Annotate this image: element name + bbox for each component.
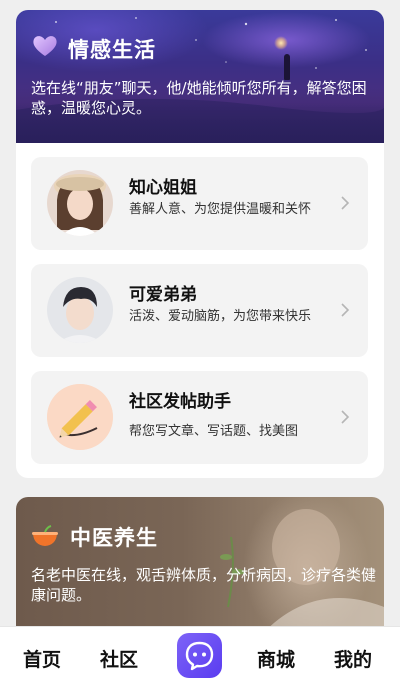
chat-bubble-icon	[185, 641, 214, 671]
chevron-right-icon	[341, 196, 350, 210]
avatar	[47, 277, 113, 343]
tab-mall[interactable]: 商城	[257, 645, 295, 672]
silhouette-figure	[284, 54, 290, 80]
tcm-section-title: 中医养生	[70, 526, 158, 550]
chevron-right-icon	[341, 303, 350, 317]
list-item-cute-brother[interactable]: 可爱弟弟 活泼、爱动脑筋，为您带来快乐	[31, 264, 368, 357]
emotion-life-card: 情感生活 选在线“朋友”聊天，他/她能倾听您所有，解答您困惑，温暖您心灵。 知心…	[16, 10, 384, 478]
lantern-glow	[274, 36, 288, 50]
emotion-section-description: 选在线“朋友”聊天，他/她能倾听您所有，解答您困惑，温暖您心灵。	[31, 79, 367, 117]
tab-community[interactable]: 社区	[100, 645, 138, 672]
list-item-post-assistant[interactable]: 社区发帖助手 帮您写文章、写话题、找美图	[31, 371, 368, 464]
bottom-tab-bar: 首页 社区 商城 我的	[0, 626, 400, 684]
tcm-health-card[interactable]: 中医养生 名老中医在线，观舌辨体质，分析病因，诊疗各类健康问题。	[16, 497, 384, 647]
item-name: 可爱弟弟	[129, 285, 197, 305]
chat-button[interactable]	[177, 633, 222, 678]
item-description: 活泼、爱动脑筋，为您带来快乐	[129, 309, 312, 324]
tcm-section-description: 名老中医在线，观舌辨体质，分析病因，诊疗各类健康问题。	[31, 566, 377, 604]
pencil-icon	[47, 384, 113, 450]
item-name: 社区发帖助手	[129, 392, 231, 412]
emotion-banner[interactable]: 情感生活 选在线“朋友”聊天，他/她能倾听您所有，解答您困惑，温暖您心灵。	[16, 10, 384, 143]
item-description: 帮您写文章、写话题、找美图	[129, 424, 299, 439]
bowl-icon	[32, 525, 58, 546]
emotion-section-title: 情感生活	[68, 38, 156, 62]
tab-mine[interactable]: 我的	[334, 645, 372, 672]
tab-home[interactable]: 首页	[23, 645, 61, 672]
item-description: 善解人意、为您提供温暖和关怀	[129, 202, 312, 217]
avatar	[47, 170, 113, 236]
list-item-caring-sister[interactable]: 知心姐姐 善解人意、为您提供温暖和关怀	[31, 157, 368, 250]
chevron-right-icon	[341, 410, 350, 424]
heart-icon	[33, 36, 57, 56]
item-name: 知心姐姐	[129, 178, 197, 198]
